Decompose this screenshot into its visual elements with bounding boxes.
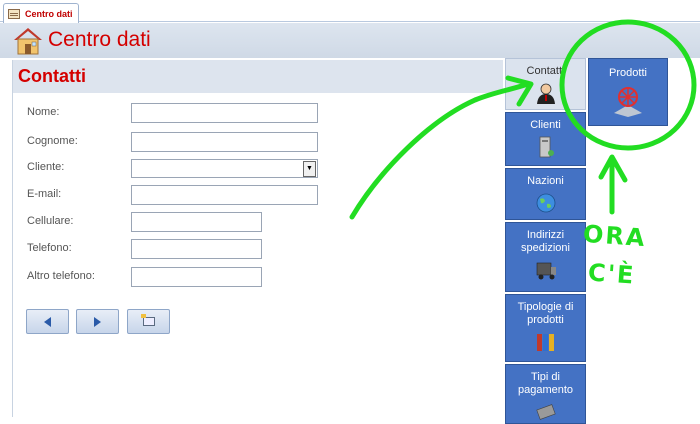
label-telefono: Telefono: [27, 242, 72, 254]
annotation-up-arrow [598, 154, 628, 215]
nav-item-tipi-di-pagamento[interactable]: Tipi di pagamento [505, 364, 586, 424]
navigation-column: Contatti Clienti Nazioni Indirizzi spedi… [503, 58, 586, 424]
nav-item-label: Prodotti [609, 67, 647, 79]
nav-item-label: Tipi di pagamento [517, 371, 574, 396]
truck-icon [536, 262, 556, 280]
products-icon [614, 87, 642, 117]
label-cliente: Cliente: [27, 161, 65, 173]
nav-item-nazioni[interactable]: Nazioni [505, 168, 586, 220]
new-record-button[interactable] [127, 309, 170, 334]
nav-item-label: Tipologie di prodotti [517, 301, 574, 326]
app-header: Centro dati [0, 23, 700, 58]
telefono-field[interactable] [131, 239, 262, 259]
tab-label: Centro dati [25, 8, 73, 19]
label-cellulare: Cellulare: [27, 215, 74, 227]
nav-item-indirizzi-spedizioni[interactable]: Indirizzi spedizioni [505, 222, 586, 292]
home-icon [14, 28, 42, 55]
nav-item-label: Clienti [530, 119, 561, 131]
label-nome: Nome: [27, 106, 60, 118]
cellulare-field[interactable] [131, 212, 262, 232]
document-tab-strip: Centro dati [0, 0, 700, 23]
nav-item-label: Indirizzi spedizioni [521, 229, 570, 254]
label-cognome: Cognome: [27, 135, 78, 147]
new-record-icon [140, 314, 155, 326]
label-altro-telefono: Altro telefono: [27, 270, 95, 282]
payment-icon [535, 404, 556, 420]
form-title: Contatti [18, 66, 86, 86]
nav-item-clienti[interactable]: Clienti [505, 112, 586, 166]
email-field[interactable] [131, 185, 318, 205]
nav-item-label: Contatti [526, 65, 565, 77]
binders-icon [536, 334, 554, 351]
cognome-field[interactable] [131, 132, 318, 152]
form-title-bar: Contatti [13, 60, 503, 93]
arrow-left-icon [44, 316, 51, 327]
annotation-text-ora: ORA [582, 219, 648, 253]
nav-item-label: Nazioni [527, 175, 564, 187]
server-icon [539, 136, 554, 158]
annotation-text-ce: C'È [587, 258, 637, 290]
next-record-button[interactable] [76, 309, 119, 334]
contact-form: Contatti Nome: Cognome: Cliente: ▼ E-mai… [12, 60, 503, 417]
altro-telefono-field[interactable] [131, 267, 262, 287]
nav-item-prodotti[interactable]: Prodotti [588, 58, 668, 126]
page-title: Centro dati [48, 28, 151, 51]
chevron-down-icon[interactable]: ▼ [303, 161, 316, 177]
nav-item-contatti[interactable]: Contatti [505, 58, 586, 110]
nav-item-tipologie-di-prodotti[interactable]: Tipologie di prodotti [505, 294, 586, 362]
label-email: E-mail: [27, 188, 62, 200]
tab-centro-dati[interactable]: Centro dati [3, 3, 79, 23]
globe-icon [536, 193, 555, 213]
form-icon [8, 8, 20, 19]
contact-person-icon [536, 83, 555, 104]
arrow-right-icon [94, 316, 101, 327]
nome-field[interactable] [131, 103, 318, 123]
cliente-combobox[interactable]: ▼ [131, 159, 318, 178]
previous-record-button[interactable] [26, 309, 69, 334]
